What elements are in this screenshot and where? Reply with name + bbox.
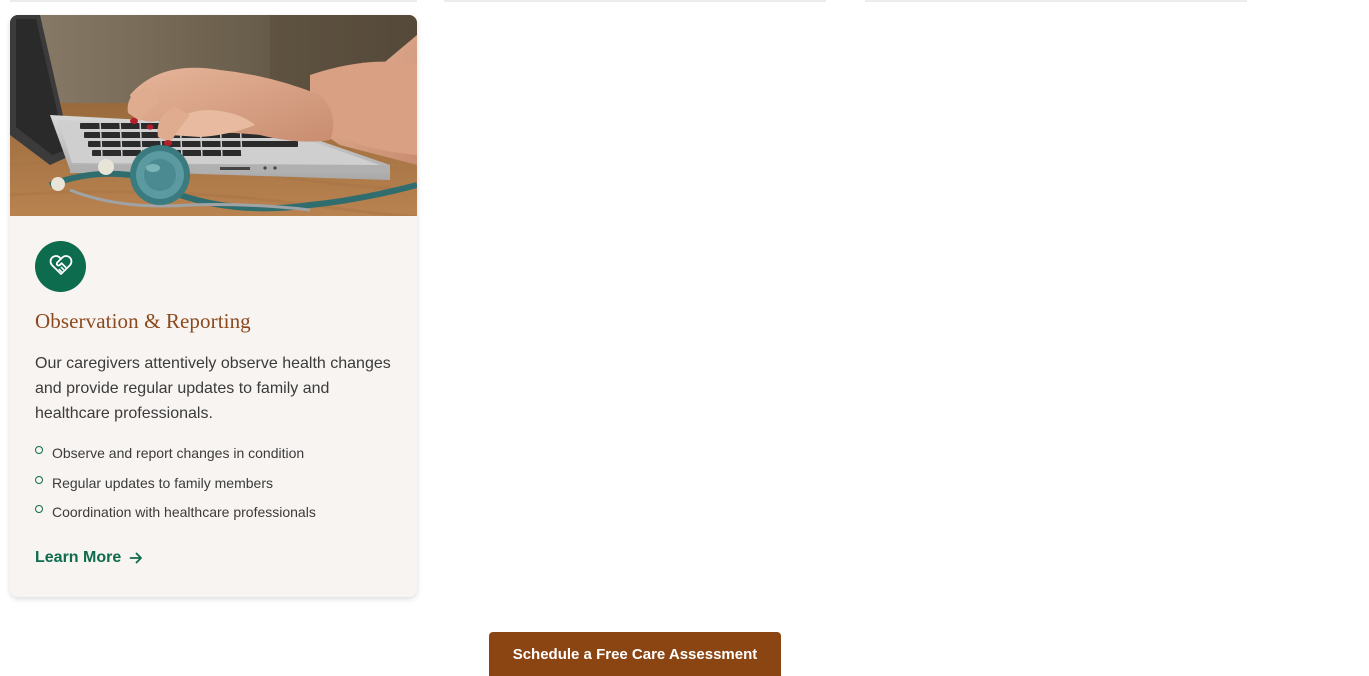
feature-item: Coordination with healthcare professiona…	[35, 502, 316, 532]
feature-item-label: Observe and report changes in condition	[52, 445, 305, 461]
service-card-observation-reporting: Observation & Reporting Our caregivers a…	[10, 15, 417, 597]
icon-badge	[35, 241, 86, 292]
services-section: Observation & Reporting Our caregivers a…	[0, 0, 1369, 676]
card-description: Our caregivers attentively observe healt…	[35, 355, 391, 422]
card-image	[10, 15, 417, 216]
card-edge	[865, 0, 1247, 2]
circle-bullet-icon	[35, 446, 43, 454]
arrow-right-icon	[129, 551, 143, 565]
heart-handshake-icon	[49, 254, 73, 280]
learn-more-label: Learn More	[35, 549, 122, 566]
card-edge	[10, 0, 417, 2]
card-title: Observation & Reporting	[35, 309, 251, 333]
feature-item: Regular updates to family members	[35, 473, 316, 503]
feature-item-label: Coordination with healthcare professiona…	[52, 504, 316, 520]
feature-list: Observe and report changes in condition …	[35, 443, 316, 532]
circle-bullet-icon	[35, 475, 43, 484]
feature-item-label: Regular updates to family members	[52, 474, 273, 491]
schedule-assessment-button[interactable]: Schedule a Free Care Assessment	[489, 632, 781, 676]
feature-item: Observe and report changes in condition	[35, 443, 316, 473]
circle-bullet-icon	[35, 505, 43, 513]
card-edge	[444, 0, 826, 2]
learn-more-link[interactable]: Learn More	[35, 549, 143, 567]
